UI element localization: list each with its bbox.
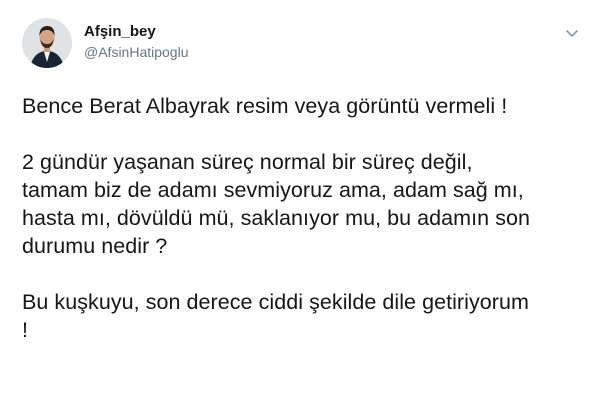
- author-handle[interactable]: @AfsinHatipoglu: [84, 42, 189, 62]
- tweet-text-line: durumu nedir ?: [22, 234, 168, 258]
- tweet-text-line: 2 gündür yaşanan süreç normal bir süreç …: [22, 150, 473, 174]
- chevron-down-icon[interactable]: [563, 24, 581, 42]
- tweet-card: Afşin_bey @AfsinHatipoglu Bence Berat Al…: [0, 0, 611, 404]
- tweet-text-line: !: [22, 318, 29, 342]
- avatar[interactable]: [22, 18, 72, 68]
- tweet-text: Bence Berat Albayrak resim veya görüntü …: [22, 92, 592, 344]
- tweet-text-line: hasta mı, dövüldü mü, saklanıyor mu, bu …: [22, 206, 531, 230]
- profile-photo-icon: [22, 18, 72, 68]
- author-display-name[interactable]: Afşin_bey: [84, 22, 189, 41]
- tweet-text-line: Bu kuşkuyu, son derece ciddi şekilde dil…: [22, 290, 529, 314]
- tweet-text-line: tamam biz de adamı sevmiyoruz ama, adam …: [22, 178, 524, 202]
- tweet-author: Afşin_bey @AfsinHatipoglu: [84, 22, 189, 62]
- tweet-text-line: Bence Berat Albayrak resim veya görüntü …: [22, 94, 508, 118]
